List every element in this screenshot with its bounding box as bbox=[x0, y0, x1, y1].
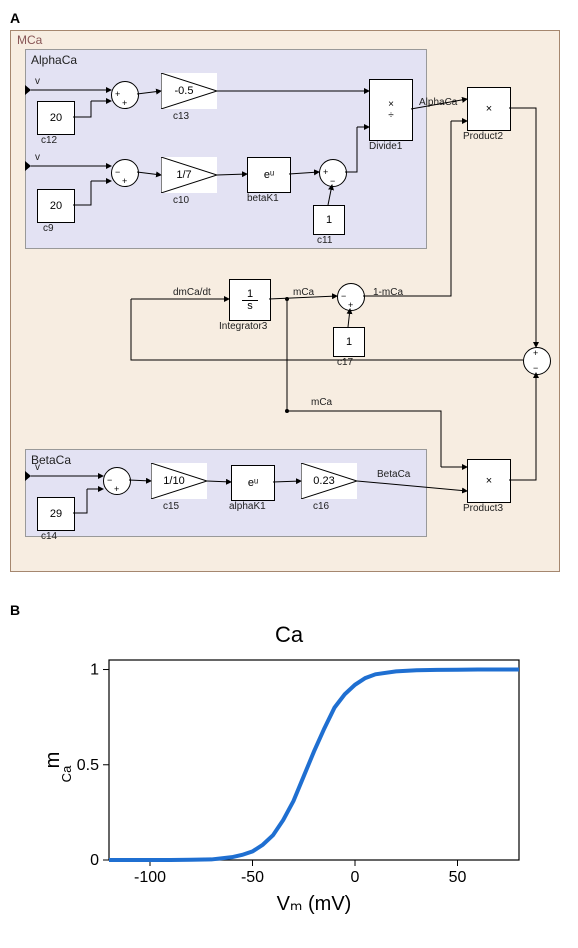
mca-chart: -100-5005000.51Vₘ (mV)mCa bbox=[39, 650, 539, 920]
product2-block: × bbox=[467, 87, 511, 131]
sum-1mca: −+ bbox=[337, 283, 365, 311]
integrator3-block: 1s bbox=[229, 279, 271, 321]
c15-gain-text: 1/10 bbox=[151, 463, 197, 499]
betaca-signal-label: BetaCa bbox=[377, 469, 410, 480]
v-label-1: v bbox=[35, 76, 40, 87]
c16-gain: 0.23 bbox=[301, 463, 357, 499]
betaca-subsystem bbox=[25, 449, 427, 537]
c16-gain-text: 0.23 bbox=[301, 463, 347, 499]
sum-alpha-bottom: −+ bbox=[111, 159, 139, 187]
alphak1-block: eᵘ bbox=[231, 465, 275, 501]
betak1-name: betaK1 bbox=[247, 193, 279, 204]
sum-alpha-top: ++ bbox=[111, 81, 139, 109]
sum-denominator: +− bbox=[319, 159, 347, 187]
c10-gain: 1/7 bbox=[161, 157, 217, 193]
svg-text:-50: -50 bbox=[241, 869, 264, 886]
sum-output: +− bbox=[523, 347, 551, 375]
svg-text:50: 50 bbox=[449, 869, 467, 886]
c9-block: 20 bbox=[37, 189, 75, 223]
c12-block: 20 bbox=[37, 101, 75, 135]
c13-name: c13 bbox=[173, 111, 189, 122]
c16-name: c16 bbox=[313, 501, 329, 512]
panel-b-label: B bbox=[10, 602, 568, 618]
simulink-diagram: MCa AlphaCa BetaCa v 20 c12 ++ -0.5 c13 … bbox=[10, 30, 560, 572]
system-label: MCa bbox=[17, 33, 42, 47]
c13-gain-text: -0.5 bbox=[161, 73, 207, 109]
svg-text:1: 1 bbox=[90, 662, 99, 679]
c11-name: c11 bbox=[317, 235, 332, 246]
divide1-block: ×÷ bbox=[369, 79, 413, 141]
c11-block: 1 bbox=[313, 205, 345, 235]
v-label-3: v bbox=[35, 462, 40, 473]
alphak1-name: alphaK1 bbox=[229, 501, 266, 512]
svg-text:Vₘ (mV): Vₘ (mV) bbox=[277, 893, 352, 915]
svg-text:Ca: Ca bbox=[59, 765, 74, 782]
chart-title: Ca bbox=[10, 622, 568, 648]
product3-block: × bbox=[467, 459, 511, 503]
mca-label-1: mCa bbox=[293, 287, 314, 298]
v-label-2: v bbox=[35, 152, 40, 163]
c15-name: c15 bbox=[163, 501, 179, 512]
divide1-name: Divide1 bbox=[369, 141, 402, 152]
svg-text:0: 0 bbox=[90, 852, 99, 869]
c14-name: c14 bbox=[41, 531, 57, 542]
dmcadt-label: dmCa/dt bbox=[173, 287, 211, 298]
svg-text:-100: -100 bbox=[134, 869, 166, 886]
c14-block: 29 bbox=[37, 497, 75, 531]
product2-name: Product2 bbox=[463, 131, 503, 142]
c13-gain: -0.5 bbox=[161, 73, 217, 109]
alphaca-label: AlphaCa bbox=[31, 53, 77, 67]
one-minus-mca-label: 1-mCa bbox=[373, 287, 403, 298]
svg-text:0.5: 0.5 bbox=[77, 757, 99, 774]
panel-a-label: A bbox=[10, 10, 568, 26]
betak1-block: eᵘ bbox=[247, 157, 291, 193]
c17-block: 1 bbox=[333, 327, 365, 357]
c10-gain-text: 1/7 bbox=[161, 157, 207, 193]
svg-text:0: 0 bbox=[351, 869, 360, 886]
integrator3-name: Integrator3 bbox=[219, 321, 267, 332]
alphaca-signal-label: AlphaCa bbox=[419, 97, 457, 108]
c10-name: c10 bbox=[173, 195, 189, 206]
sum-beta: −+ bbox=[103, 467, 131, 495]
alphaca-subsystem bbox=[25, 49, 427, 249]
product3-name: Product3 bbox=[463, 503, 503, 514]
c15-gain: 1/10 bbox=[151, 463, 207, 499]
mca-label-2: mCa bbox=[311, 397, 332, 408]
c17-name: c17 bbox=[337, 357, 353, 368]
c12-name: c12 bbox=[41, 135, 57, 146]
c9-name: c9 bbox=[43, 223, 54, 234]
